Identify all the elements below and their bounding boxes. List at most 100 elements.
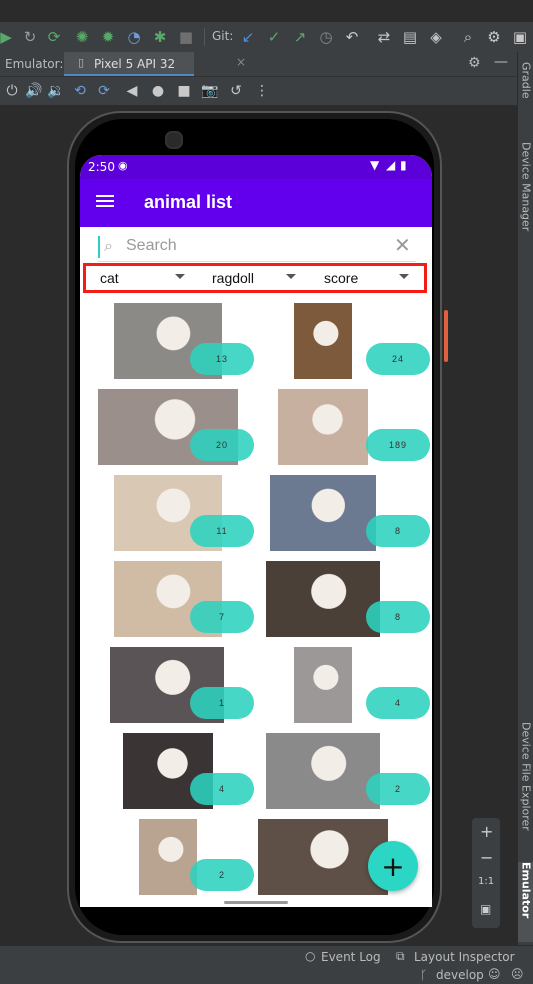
search-bar[interactable]: ⌕ Search ✕ (80, 231, 432, 263)
git-update-icon[interactable]: ↙ (238, 27, 258, 47)
animal-photo (270, 475, 376, 551)
score-badge[interactable]: 189 (366, 429, 430, 461)
tool-window-bar: ○ Event Log ⧉ Layout Inspector (0, 945, 533, 968)
rotate-right-icon[interactable]: ⟳ (94, 81, 114, 101)
device-screen: 2:50 ◉ ▼ ◢ ▮ animal list ⌕ Search ✕ cat … (80, 155, 432, 907)
animal-card[interactable]: 8 (256, 561, 432, 647)
animal-card[interactable]: 20 (80, 389, 256, 475)
overview-icon[interactable]: ■ (174, 81, 194, 101)
git-history-icon[interactable]: ◷ (316, 27, 336, 47)
text-cursor (98, 236, 100, 258)
app-bar: animal list (80, 179, 432, 227)
score-badge[interactable]: 7 (190, 601, 254, 633)
feedback-sad-icon[interactable]: ☹ (511, 967, 524, 981)
gesture-nav-bar[interactable] (224, 901, 288, 904)
score-badge[interactable]: 20 (190, 429, 254, 461)
git-branch[interactable]: develop (436, 968, 484, 982)
sync-gradle-icon[interactable]: ⇄ (374, 27, 394, 47)
emulator-settings-gear-icon[interactable]: ⚙ (468, 55, 481, 71)
attach-debugger-icon[interactable]: ✱ (150, 27, 170, 47)
volume-up-icon[interactable]: 🔊 (24, 81, 44, 101)
animal-photo (266, 733, 380, 809)
score-badge[interactable]: 11 (190, 515, 254, 547)
rollback-icon[interactable]: ↶ (342, 27, 362, 47)
zoom-fit-icon[interactable]: ▣ (480, 902, 491, 916)
back-icon[interactable]: ◀ (122, 81, 142, 101)
menu-icon[interactable] (96, 195, 114, 197)
animal-card[interactable]: 11 (80, 475, 256, 561)
animal-card[interactable]: 189 (256, 389, 432, 475)
score-badge[interactable]: 2 (366, 773, 430, 805)
add-animal-button[interactable]: + (368, 841, 418, 891)
animal-card[interactable]: 2 (80, 819, 256, 905)
animal-photo (139, 819, 197, 895)
snapshot-icon[interactable]: ↺ (226, 81, 246, 101)
profiler-gauge-icon[interactable]: ◔ (124, 27, 144, 47)
rerun-icon[interactable]: ↻ (20, 27, 40, 47)
emulator-tool[interactable]: Emulator (518, 862, 533, 942)
volume-down-icon[interactable]: 🔉 (46, 81, 66, 101)
animal-card[interactable]: 13 (80, 303, 256, 389)
animal-card[interactable]: 4 (256, 647, 432, 733)
sort-filter-dropdown-icon (399, 274, 409, 279)
run-icon[interactable]: ▶ (0, 27, 16, 47)
zoom-in-button[interactable]: + (480, 822, 493, 841)
zoom-out-button[interactable]: − (480, 848, 493, 867)
git-push-icon[interactable]: ↗ (290, 27, 310, 47)
screenshot-camera-icon[interactable]: 📷 (200, 81, 220, 101)
score-badge[interactable]: 24 (366, 343, 430, 375)
animal-filter[interactable]: cat (100, 270, 119, 286)
score-badge[interactable]: 13 (190, 343, 254, 375)
clear-search-icon[interactable]: ✕ (394, 233, 411, 257)
score-badge[interactable]: 2 (190, 859, 254, 891)
profile-icon[interactable]: ✹ (98, 27, 118, 47)
zoom-actual-size-button[interactable]: 1:1 (478, 876, 494, 887)
layout-inspector-button[interactable]: Layout Inspector (414, 950, 515, 964)
more-options-icon[interactable]: ⋮ (252, 81, 272, 101)
debug-icon[interactable]: ✺ (72, 27, 92, 47)
event-log-button[interactable]: Event Log (321, 950, 381, 964)
animal-card[interactable]: 7 (80, 561, 256, 647)
animal-card[interactable]: 1 (80, 647, 256, 733)
device-file-explorer-tool[interactable]: Device File Explorer (518, 722, 533, 872)
stop-icon[interactable]: ■ (176, 27, 196, 47)
score-badge[interactable]: 4 (366, 687, 430, 719)
settings-gear-icon[interactable]: ⚙ (484, 27, 504, 47)
right-tool-strip: Gradle Device Manager Device File Explor… (517, 52, 533, 945)
device-manager-tool[interactable]: Device Manager (518, 142, 533, 292)
phone-icon: ▯ (78, 56, 85, 69)
apply-changes-icon[interactable]: ⟳ (44, 27, 64, 47)
tab-pixel5-label: Pixel 5 API 32 (94, 57, 176, 71)
animal-card[interactable]: 24 (256, 303, 432, 389)
gradle-tool[interactable]: Gradle (518, 62, 533, 132)
emulator-label: Emulator: (5, 57, 64, 71)
event-log-icon: ○ (305, 949, 316, 963)
score-badge[interactable]: 4 (190, 773, 254, 805)
rotate-left-icon[interactable]: ⟲ (70, 81, 90, 101)
score-badge[interactable]: 8 (366, 515, 430, 547)
sdk-manager-icon[interactable]: ◈ (426, 27, 446, 47)
close-tab-icon[interactable]: × (236, 55, 246, 69)
home-icon[interactable]: ● (148, 81, 168, 101)
power-icon[interactable]: ⏻ (2, 81, 22, 101)
tab-pixel5[interactable]: ▯ Pixel 5 API 32 × (64, 52, 246, 76)
minimize-panel-icon[interactable]: — (494, 54, 508, 70)
ide-toolbar: ▶ ↻ ⟳ ✺ ✹ ◔ ✱ ■ Git: ↙ ✓ ↗ ◷ ↶ ⇄ ▤ ◈ ⌕ ⚙… (0, 22, 533, 53)
animal-card[interactable]: 2 (256, 733, 432, 819)
avd-manager-icon[interactable]: ▤ (400, 27, 420, 47)
filter-row: cat ragdoll score (83, 263, 427, 293)
animal-card[interactable]: 4 (80, 733, 256, 819)
animal-filter-dropdown-icon (175, 274, 185, 279)
feedback-happy-icon[interactable]: ☺ (488, 967, 501, 981)
power-button[interactable] (444, 310, 448, 362)
animal-card[interactable]: 8 (256, 475, 432, 561)
sort-filter[interactable]: score (324, 270, 358, 286)
signal-icon: ◢ (386, 158, 396, 172)
search-everywhere-icon[interactable]: ⌕ (458, 27, 478, 47)
breed-filter[interactable]: ragdoll (212, 270, 254, 286)
git-commit-icon[interactable]: ✓ (264, 27, 284, 47)
account-avatar-icon[interactable]: ▣ (510, 27, 530, 47)
score-badge[interactable]: 8 (366, 601, 430, 633)
search-input[interactable]: Search (126, 237, 177, 255)
score-badge[interactable]: 1 (190, 687, 254, 719)
